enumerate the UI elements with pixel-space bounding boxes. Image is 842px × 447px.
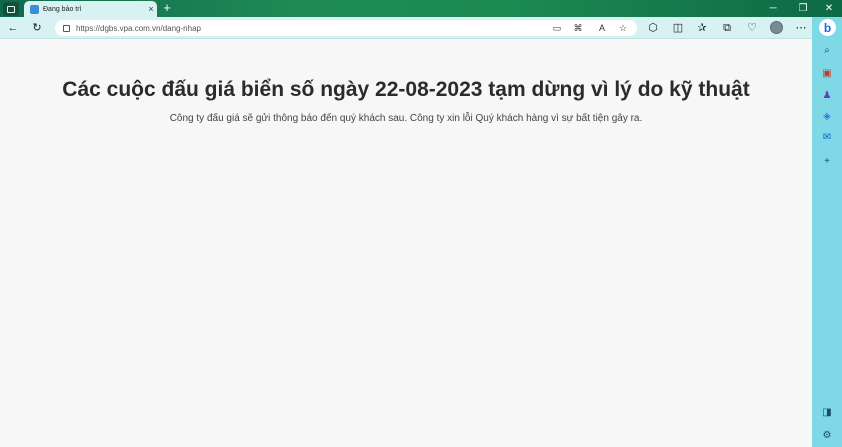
page-favicon-icon bbox=[30, 4, 39, 14]
outlook-icon[interactable]: ✉ bbox=[820, 131, 834, 145]
tab-title: Đang bảo trì bbox=[43, 5, 82, 13]
split-screen-icon[interactable]: ◫ bbox=[670, 20, 686, 36]
bing-chat-button[interactable]: b bbox=[819, 19, 836, 36]
favorites-icon[interactable]: ✰ bbox=[694, 20, 710, 36]
browser-toolbar: ← ↻ https://dgbs.vpa.com.vn/dang-nhap ▭ … bbox=[0, 17, 842, 39]
hide-sidebar-icon[interactable]: ◨ bbox=[820, 406, 834, 420]
page-content: Các cuộc đấu giá biển số ngày 22-08-2023… bbox=[0, 40, 812, 447]
microsoft365-icon[interactable]: ◈ bbox=[820, 110, 834, 124]
more-menu-icon[interactable]: ⋯ bbox=[793, 20, 809, 36]
command-icon[interactable]: ⌘ bbox=[571, 20, 585, 36]
search-icon[interactable]: ⌕ bbox=[820, 44, 834, 58]
app-available-icon[interactable]: ▭ bbox=[550, 20, 564, 36]
lock-icon bbox=[63, 24, 70, 32]
profile-avatar-icon[interactable] bbox=[770, 21, 783, 34]
workspaces-button[interactable] bbox=[3, 2, 19, 16]
extensions-icon[interactable]: ⬡ bbox=[645, 20, 661, 36]
back-arrow-icon[interactable]: ← bbox=[5, 20, 21, 36]
new-tab-button[interactable]: + bbox=[160, 1, 174, 15]
bing-icon: b bbox=[823, 20, 832, 35]
workspaces-icon bbox=[7, 5, 15, 13]
read-aloud-icon[interactable]: A bbox=[595, 20, 609, 36]
edge-sidebar: ⌕ ▣ ♟ ◈ ✉ + ◨ ⚙ bbox=[812, 17, 842, 447]
address-url[interactable]: https://dgbs.vpa.com.vn/dang-nhap bbox=[76, 24, 201, 33]
collections-icon[interactable]: ⧉ bbox=[719, 20, 735, 36]
shopping-icon[interactable]: ▣ bbox=[820, 67, 834, 81]
minimize-button[interactable]: ─ bbox=[758, 0, 788, 17]
sidebar-settings-icon[interactable]: ⚙ bbox=[820, 429, 834, 443]
address-bar[interactable]: https://dgbs.vpa.com.vn/dang-nhap ▭ ⌘ A … bbox=[55, 20, 637, 36]
add-sidebar-app-icon[interactable]: + bbox=[820, 155, 834, 169]
close-window-button[interactable]: ✕ bbox=[814, 0, 842, 17]
maintenance-headline: Các cuộc đấu giá biển số ngày 22-08-2023… bbox=[62, 78, 750, 101]
tab-close-icon[interactable]: × bbox=[145, 4, 157, 14]
maintenance-message: Công ty đấu giá sẽ gửi thông báo đến quý… bbox=[169, 113, 643, 124]
tab-active[interactable]: Đang bảo trì × bbox=[24, 1, 157, 17]
favorite-star-icon[interactable]: ☆ bbox=[616, 20, 630, 36]
games-icon[interactable]: ♟ bbox=[820, 89, 834, 103]
refresh-icon[interactable]: ↻ bbox=[29, 20, 45, 36]
browser-essentials-icon[interactable]: ♡ bbox=[744, 20, 760, 36]
title-bar: Đang bảo trì × + ─ ❐ ✕ bbox=[0, 0, 842, 17]
